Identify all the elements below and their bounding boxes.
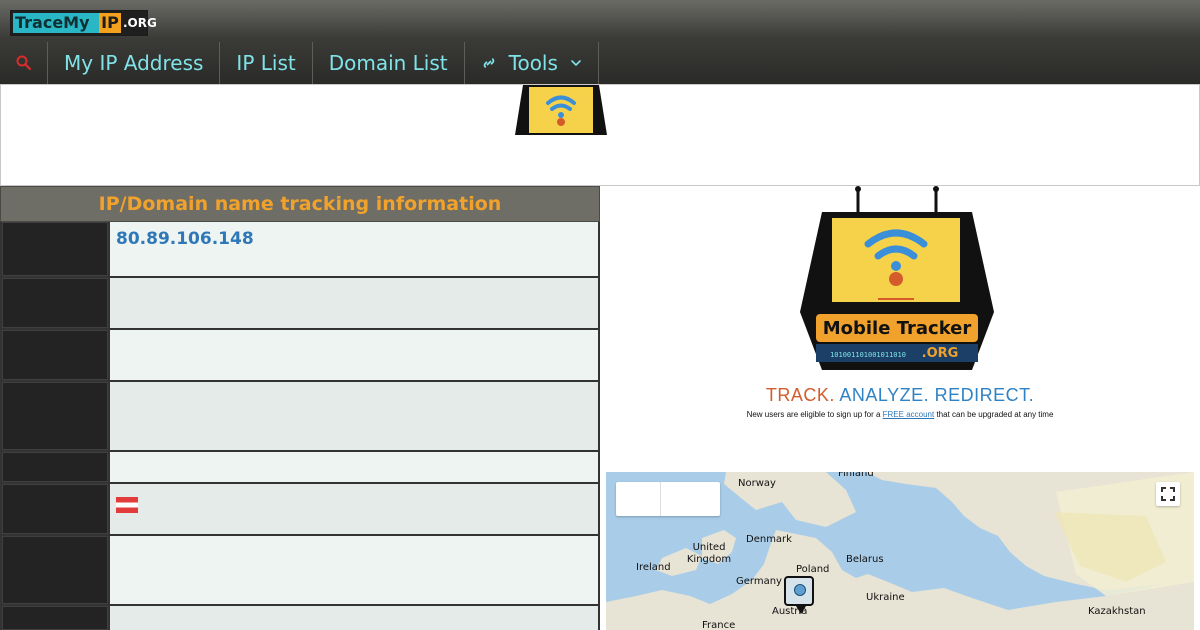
mobile-tracker-mini-logo	[515, 85, 607, 135]
table-row-label	[2, 222, 108, 276]
table-row-value	[110, 484, 598, 534]
table-row-label	[2, 606, 108, 630]
nav-ip-list-label: IP List	[236, 51, 296, 75]
table-row-label	[2, 452, 108, 482]
nav-domain-list-label: Domain List	[328, 51, 448, 75]
logo-part-ip: IP	[99, 13, 121, 33]
nav-domain-list[interactable]: Domain List	[313, 42, 465, 84]
ad-banner	[0, 84, 1200, 186]
free-account-link[interactable]: FREE account	[883, 410, 935, 419]
table-row-value	[110, 606, 598, 630]
mobile-tracker-logo-code: 101001101001011010	[830, 351, 906, 359]
table-row	[0, 452, 600, 482]
austria-flag-icon	[116, 497, 138, 513]
map-label-norway: Norway	[738, 478, 776, 489]
nav-tools-label: Tools	[508, 51, 558, 75]
tagline-word-track: TRACK.	[765, 385, 835, 405]
search-button[interactable]	[0, 42, 48, 84]
promo-subtext-before: New users are eligible to sign up for a	[746, 410, 883, 419]
map-label-denmark: Denmark	[746, 534, 792, 545]
chevron-down-icon	[571, 60, 581, 66]
table-row-label	[2, 278, 108, 328]
table-row	[0, 536, 600, 604]
logo-part-tracemy: TraceMy	[13, 13, 99, 33]
fullscreen-button[interactable]	[1156, 482, 1180, 506]
site-logo[interactable]: TraceMy IP .ORG	[10, 10, 157, 36]
nav-ip-list[interactable]: IP List	[220, 42, 313, 84]
table-row	[0, 606, 600, 630]
map-controls[interactable]	[616, 482, 720, 516]
table-row-label	[2, 382, 108, 450]
map-controls-separator	[660, 482, 661, 516]
tracking-info-title: IP/Domain name tracking information	[0, 186, 600, 222]
top-navigation-bar: TraceMy IP .ORG My IP Address IP List Do…	[0, 0, 1200, 84]
location-marker-dot	[794, 584, 806, 596]
mobile-tracker-logo-domain: .ORG	[922, 346, 959, 361]
location-map[interactable]: Finland Norway Denmark United Kingdom Ir…	[606, 472, 1194, 630]
table-row-value	[110, 330, 598, 380]
promo-subtext: New users are eligible to sign up for a …	[600, 410, 1200, 419]
map-label-ukraine: Ukraine	[866, 592, 905, 603]
map-label-belarus: Belarus	[846, 554, 884, 565]
tagline-word-analyze: ANALYZE.	[839, 385, 930, 405]
search-icon	[16, 55, 31, 71]
mobile-tracker-logo: Mobile Tracker 101001101001011010 .ORG	[800, 186, 994, 370]
tracking-info-panel: IP/Domain name tracking information 80.8…	[0, 186, 600, 630]
table-row-label	[2, 484, 108, 534]
map-label-united-kingdom: United Kingdom	[686, 542, 732, 565]
map-label-finland: Finland	[838, 472, 874, 479]
table-row: 80.89.106.148	[0, 222, 600, 276]
table-row-value	[110, 536, 598, 604]
promo-subtext-after: that can be upgraded at any time	[936, 410, 1054, 419]
mobile-tracker-logo-text: Mobile Tracker	[823, 318, 972, 339]
table-row	[0, 330, 600, 380]
ip-address-value: 80.89.106.148	[110, 222, 598, 276]
table-row-value	[110, 382, 598, 450]
fullscreen-icon	[1161, 487, 1175, 501]
main-nav: My IP Address IP List Domain List Tools	[0, 42, 599, 84]
promo-tagline: TRACK. ANALYZE. REDIRECT.	[600, 385, 1200, 406]
mobile-tracker-promo[interactable]: Mobile Tracker 101001101001011010 .ORG T…	[600, 186, 1200, 466]
table-row	[0, 484, 600, 534]
table-row	[0, 382, 600, 450]
tracking-info-table: 80.89.106.148	[0, 222, 600, 630]
table-row-label	[2, 330, 108, 380]
map-label-kazakhstan: Kazakhstan	[1088, 606, 1146, 617]
table-row	[0, 278, 600, 328]
table-row-value	[110, 278, 598, 328]
map-label-poland: Poland	[796, 564, 830, 575]
map-label-ireland: Ireland	[636, 562, 671, 573]
table-row-label	[2, 536, 108, 604]
tagline-word-redirect: REDIRECT.	[934, 385, 1035, 405]
link-icon	[483, 58, 494, 68]
location-marker-icon[interactable]	[784, 576, 814, 614]
nav-my-ip-address-label: My IP Address	[64, 51, 204, 75]
table-row-value	[110, 452, 598, 482]
logo-part-org: .ORG	[123, 16, 157, 30]
nav-my-ip-address[interactable]: My IP Address	[48, 42, 221, 84]
map-label-germany: Germany	[736, 576, 782, 587]
map-label-france: France	[702, 620, 736, 630]
nav-tools[interactable]: Tools	[465, 42, 599, 84]
